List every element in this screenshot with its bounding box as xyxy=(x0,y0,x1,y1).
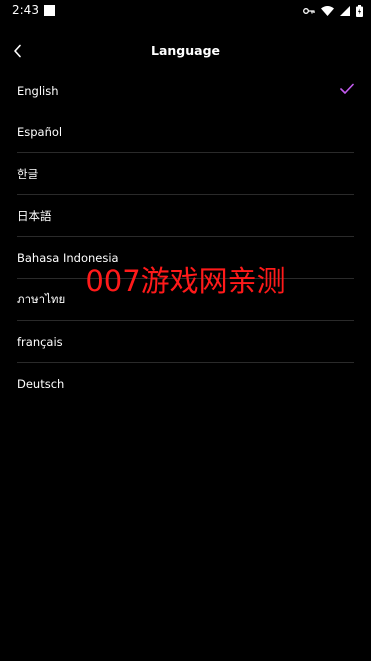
status-time: 2:43 xyxy=(12,3,39,17)
language-label: Español xyxy=(17,124,63,139)
language-item-korean[interactable]: 한글 xyxy=(17,153,354,195)
language-label: Bahasa Indonesia xyxy=(17,250,119,265)
language-label: ภาษาไทย xyxy=(17,291,66,306)
language-list: English Español 한글 日本語 Bahasa Indonesia … xyxy=(0,70,371,404)
key-icon xyxy=(303,8,315,14)
language-item-indonesian[interactable]: Bahasa Indonesia xyxy=(17,237,354,279)
battery-icon xyxy=(356,5,363,17)
language-label: English xyxy=(17,83,59,98)
notification-icon xyxy=(44,5,55,16)
language-item-french[interactable]: français xyxy=(17,321,354,363)
signal-icon xyxy=(340,6,350,16)
check-icon xyxy=(340,83,354,94)
language-item-thai[interactable]: ภาษาไทย xyxy=(17,279,354,321)
language-label: 日本語 xyxy=(17,208,52,223)
page-title: Language xyxy=(150,43,220,58)
language-item-espanol[interactable]: Español xyxy=(17,111,354,153)
status-bar: 2:43 xyxy=(0,0,371,22)
language-label: 한글 xyxy=(17,166,39,181)
language-item-japanese[interactable]: 日本語 xyxy=(17,195,354,237)
language-label: français xyxy=(17,334,63,349)
language-item-german[interactable]: Deutsch xyxy=(17,363,354,404)
app-header: Language xyxy=(0,34,371,70)
status-icons xyxy=(303,4,363,18)
wifi-icon xyxy=(321,6,334,16)
language-item-english[interactable]: English xyxy=(17,70,354,111)
language-label: Deutsch xyxy=(17,376,65,391)
